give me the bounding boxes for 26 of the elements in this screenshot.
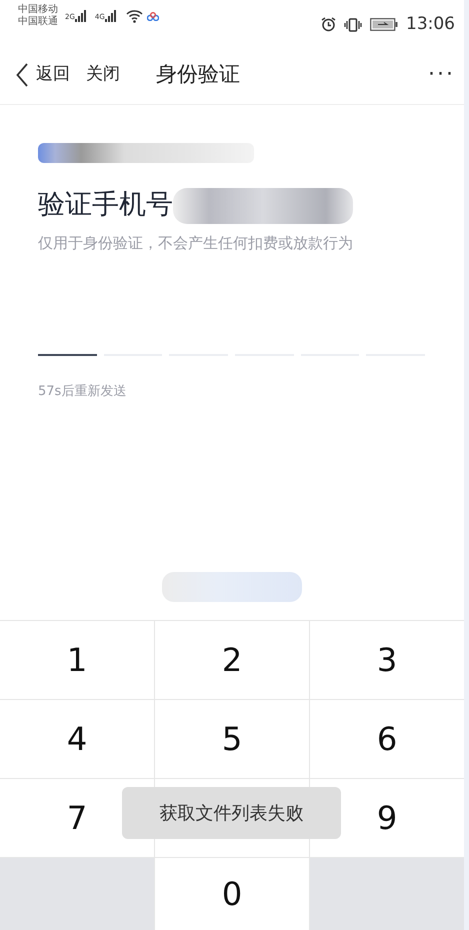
signal-icon xyxy=(104,10,118,22)
vibrate-icon xyxy=(344,18,362,32)
toast-message: 获取文件列表失败 xyxy=(122,787,341,839)
back-button[interactable]: 返回 xyxy=(16,62,70,88)
page-title: 身份验证 xyxy=(156,60,240,88)
keypad-key[interactable]: 2 xyxy=(155,621,309,699)
back-icon xyxy=(16,62,28,86)
more-button[interactable]: ··· xyxy=(428,58,455,91)
keypad-key[interactable]: 0 xyxy=(155,858,309,930)
subtitle: 仅用于身份验证，不会产生任何扣费或放款行为 xyxy=(38,232,354,254)
carrier-name: 中国联通 xyxy=(18,16,58,28)
keypad-key[interactable]: 4 xyxy=(0,700,154,778)
cloud-icon xyxy=(146,12,159,20)
keypad-key[interactable]: 1 xyxy=(0,621,154,699)
keypad-key[interactable]: 6 xyxy=(310,700,464,778)
signal-icon xyxy=(74,10,88,22)
alarm-icon xyxy=(321,17,336,32)
keypad-key[interactable]: 5 xyxy=(155,700,309,778)
carrier-name: 中国移动 xyxy=(18,4,58,16)
close-button[interactable]: 关闭 xyxy=(86,62,120,88)
resend-countdown: 57s后重新发送 xyxy=(38,383,128,401)
battery-icon xyxy=(370,18,398,32)
heading: 验证手机号 xyxy=(38,188,173,222)
status-time: 13:06 xyxy=(406,13,455,36)
wifi-icon xyxy=(126,10,143,22)
keypad-key[interactable]: 3 xyxy=(310,621,464,699)
